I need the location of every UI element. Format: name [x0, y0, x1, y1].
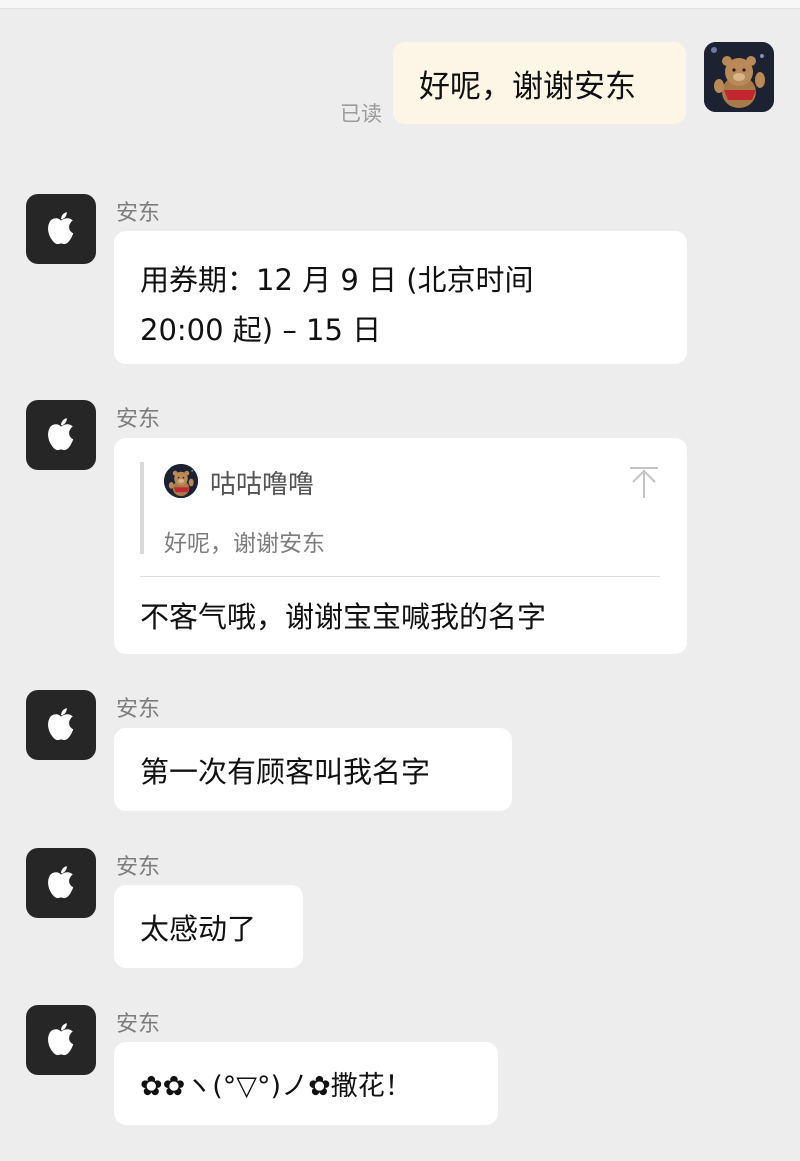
read-receipt: 已读	[340, 102, 382, 126]
incoming-message-bubble[interactable]: 用券期：12 月 9 日 (北京时间 20:00 起) – 15 日	[114, 231, 687, 364]
apple-logo-icon	[40, 862, 82, 904]
contact-avatar[interactable]	[26, 848, 96, 918]
quote-bar	[140, 462, 144, 554]
quote-reply-bubble[interactable]: 咕咕噜噜 好呢，谢谢安东 不客气哦，谢谢宝宝喊我的名字	[114, 438, 687, 654]
message-text: 第一次有顾客叫我名字	[140, 754, 431, 789]
incoming-message-bubble[interactable]: 第一次有顾客叫我名字	[114, 728, 512, 811]
sender-name: 安东	[116, 697, 161, 722]
message-text-line: 20:00 起) – 15 日	[140, 313, 382, 347]
contact-avatar[interactable]	[26, 690, 96, 760]
top-divider	[0, 0, 800, 9]
my-avatar[interactable]	[704, 42, 774, 112]
reply-message-text: 不客气哦，谢谢宝宝喊我的名字	[140, 600, 547, 634]
message-text: ✿✿ヽ(°▽°)ノ✿撒花！	[140, 1071, 412, 1102]
sender-name: 安东	[116, 855, 161, 880]
teddy-bear-avatar-icon	[704, 42, 774, 112]
incoming-message-bubble[interactable]: 太感动了	[114, 885, 303, 968]
pin-top-icon[interactable]	[626, 464, 662, 500]
sender-name: 安东	[116, 407, 161, 432]
quoted-author-name: 咕咕噜噜	[210, 470, 315, 500]
message-text-line: 用券期：12 月 9 日 (北京时间	[140, 263, 534, 297]
outgoing-message-text: 好呢，谢谢安东	[419, 68, 636, 105]
teddy-bear-avatar-icon	[164, 464, 198, 498]
sender-name: 安东	[116, 1012, 161, 1037]
outgoing-message-bubble[interactable]: 好呢，谢谢安东	[393, 42, 686, 124]
apple-logo-icon	[40, 1019, 82, 1061]
message-text: 太感动了	[140, 911, 257, 946]
incoming-message-bubble[interactable]: ✿✿ヽ(°▽°)ノ✿撒花！	[114, 1042, 498, 1125]
sender-name: 安东	[116, 201, 161, 226]
quote-divider	[140, 576, 660, 577]
quoted-author-avatar	[164, 464, 198, 498]
contact-avatar[interactable]	[26, 400, 96, 470]
apple-logo-icon	[40, 414, 82, 456]
quoted-message-text: 好呢，谢谢安东	[164, 531, 325, 557]
contact-avatar[interactable]	[26, 1005, 96, 1075]
apple-logo-icon	[40, 208, 82, 250]
contact-avatar[interactable]	[26, 194, 96, 264]
apple-logo-icon	[40, 704, 82, 746]
